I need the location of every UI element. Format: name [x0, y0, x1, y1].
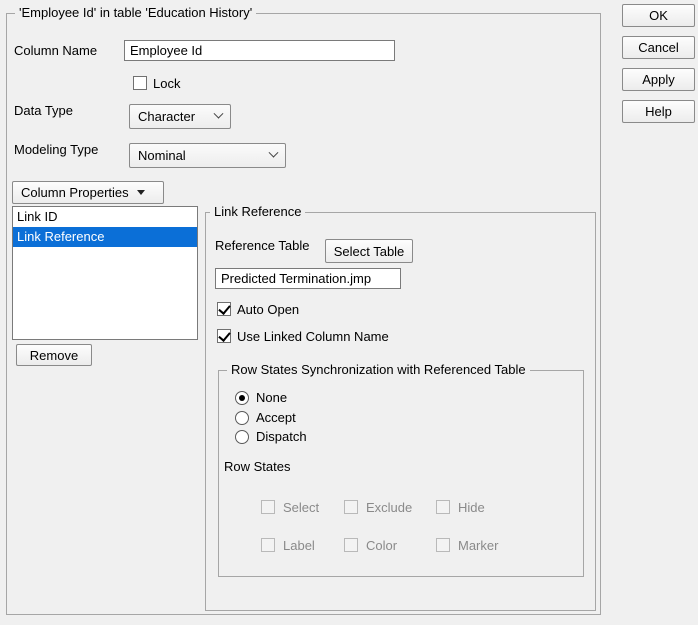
ok-button[interactable]: OK — [622, 4, 695, 27]
reference-table-label: Reference Table — [215, 238, 309, 253]
row-states-sync-title: Row States Synchronization with Referenc… — [227, 362, 530, 377]
select-checkbox-label: Select — [283, 500, 319, 515]
modeling-type-dropdown[interactable]: Nominal — [129, 143, 286, 168]
select-table-button[interactable]: Select Table — [325, 239, 413, 263]
dialog-title: 'Employee Id' in table 'Education Histor… — [15, 5, 256, 20]
label-checkbox[interactable] — [261, 538, 275, 552]
radio-none[interactable] — [235, 391, 249, 405]
remove-button[interactable]: Remove — [16, 344, 92, 366]
column-properties-button[interactable]: Column Properties — [12, 181, 164, 204]
data-type-dropdown[interactable]: Character — [129, 104, 231, 129]
exclude-checkbox[interactable] — [344, 500, 358, 514]
radio-dispatch-label: Dispatch — [256, 429, 307, 444]
reference-table-input[interactable]: Predicted Termination.jmp — [215, 268, 401, 289]
dropdown-arrow-icon — [137, 190, 145, 195]
chevron-down-icon — [269, 148, 279, 158]
auto-open-checkbox[interactable] — [217, 302, 231, 316]
marker-checkbox-label: Marker — [458, 538, 498, 553]
lock-label: Lock — [153, 76, 180, 91]
color-checkbox[interactable] — [344, 538, 358, 552]
properties-listbox[interactable]: Link ID Link Reference — [12, 206, 198, 340]
use-linked-column-name-checkbox[interactable] — [217, 329, 231, 343]
list-item[interactable]: Link Reference — [13, 227, 197, 247]
column-properties-label: Column Properties — [21, 185, 129, 200]
select-checkbox[interactable] — [261, 500, 275, 514]
data-type-value: Character — [138, 109, 205, 124]
radio-accept-label: Accept — [256, 410, 296, 425]
color-checkbox-label: Color — [366, 538, 397, 553]
chevron-down-icon — [214, 109, 224, 119]
apply-button[interactable]: Apply — [622, 68, 695, 91]
cancel-button[interactable]: Cancel — [622, 36, 695, 59]
help-button[interactable]: Help — [622, 100, 695, 123]
modeling-type-label: Modeling Type — [14, 142, 98, 157]
label-checkbox-label: Label — [283, 538, 315, 553]
hide-checkbox-label: Hide — [458, 500, 485, 515]
auto-open-label: Auto Open — [237, 302, 299, 317]
use-linked-column-name-label: Use Linked Column Name — [237, 329, 389, 344]
radio-accept[interactable] — [235, 411, 249, 425]
row-states-label: Row States — [224, 459, 290, 474]
list-item[interactable]: Link ID — [13, 207, 197, 227]
radio-none-label: None — [256, 390, 287, 405]
radio-dispatch[interactable] — [235, 430, 249, 444]
marker-checkbox[interactable] — [436, 538, 450, 552]
column-name-input[interactable]: Employee Id — [124, 40, 395, 61]
hide-checkbox[interactable] — [436, 500, 450, 514]
modeling-type-value: Nominal — [138, 148, 260, 163]
lock-checkbox[interactable] — [133, 76, 147, 90]
data-type-label: Data Type — [14, 103, 73, 118]
exclude-checkbox-label: Exclude — [366, 500, 412, 515]
link-reference-title: Link Reference — [210, 204, 305, 219]
column-name-label: Column Name — [14, 43, 97, 58]
